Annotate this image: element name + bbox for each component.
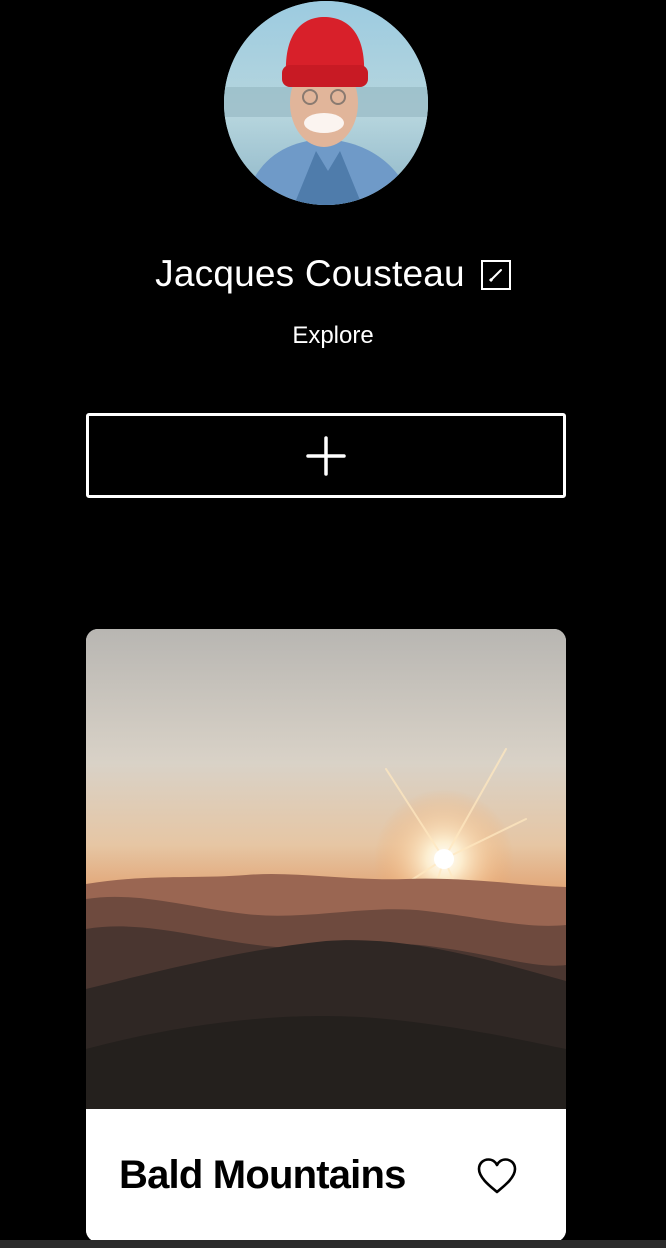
edit-profile-button[interactable] <box>480 260 511 290</box>
like-button[interactable] <box>476 1157 518 1195</box>
pencil-icon <box>488 269 502 283</box>
place-card[interactable]: Bald Mountains <box>86 629 566 1242</box>
avatar-photo <box>224 1 428 205</box>
mountain-sunset-photo <box>86 629 566 1109</box>
plus-icon <box>306 435 346 476</box>
card-footer: Bald Mountains <box>86 1109 566 1242</box>
heart-outline-icon <box>477 1158 517 1194</box>
card-title: Bald Mountains <box>119 1153 406 1197</box>
profile-name: Jacques Cousteau <box>155 253 465 294</box>
add-card-button[interactable] <box>86 413 566 498</box>
bottom-edge-bar <box>0 1240 666 1248</box>
profile-page: Jacques Cousteau Explore Bald Mountains <box>0 0 666 1248</box>
profile-subtitle: Explore <box>292 322 374 349</box>
profile-name-row: Jacques Cousteau <box>0 248 666 300</box>
profile-avatar <box>224 1 428 205</box>
